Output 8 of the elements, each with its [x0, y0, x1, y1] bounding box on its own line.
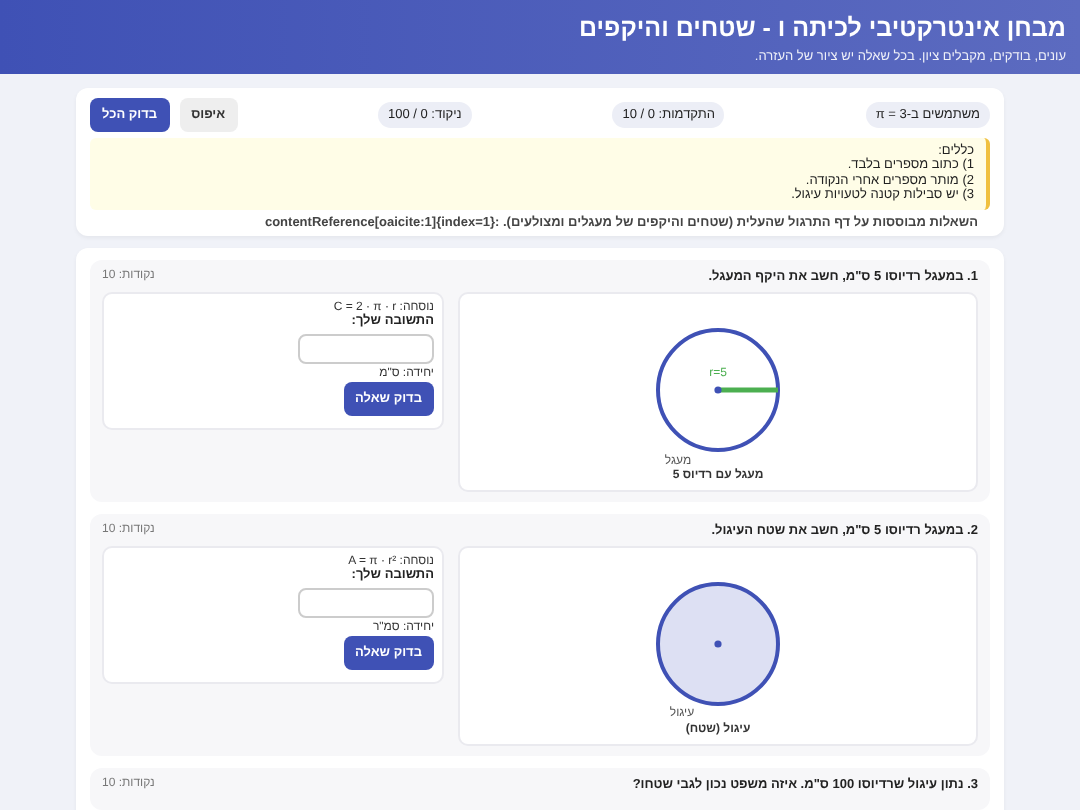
center-dot — [714, 386, 722, 394]
circle-drawing — [656, 327, 780, 452]
page-title: מבחן אינטרקטיבי לכיתה ו - שטחים והיקפים — [577, 14, 1066, 42]
radius-line — [718, 387, 778, 393]
filled-circle-drawing — [656, 581, 780, 706]
center-dot — [714, 640, 722, 648]
answer-field[interactable] — [298, 587, 434, 618]
answer-field[interactable] — [298, 333, 434, 364]
